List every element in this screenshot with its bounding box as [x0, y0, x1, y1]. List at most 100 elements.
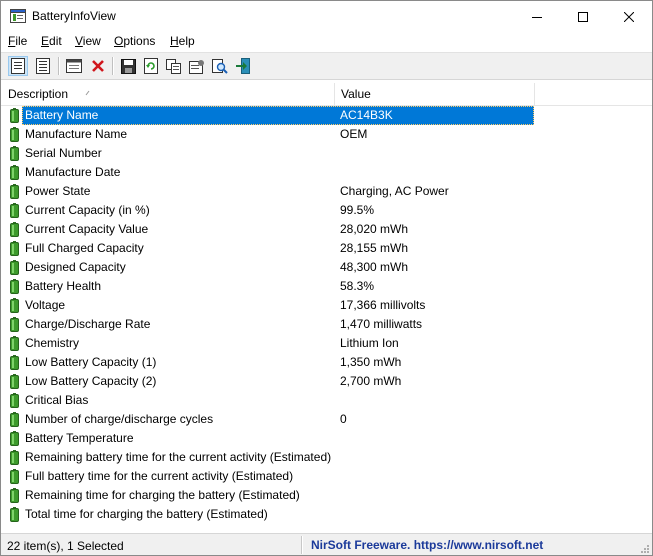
column-separator[interactable]	[534, 83, 535, 105]
table-row[interactable]: Low Battery Capacity (2) 2,700 mWh	[1, 372, 652, 391]
window-title: BatteryInfoView	[32, 9, 116, 23]
table-row[interactable]: Chemistry Lithium Ion	[1, 334, 652, 353]
table-row[interactable]: Current Capacity (in %) 99.5%	[1, 201, 652, 220]
cell-value: 28,020 mWh	[340, 222, 409, 236]
refresh-button[interactable]	[141, 56, 161, 76]
battery-icon	[10, 450, 19, 465]
cell-value: Lithium Ion	[340, 336, 399, 350]
column-header-description[interactable]: Description	[1, 83, 334, 105]
properties-view-button[interactable]	[8, 56, 28, 76]
column-header-value[interactable]: Value	[334, 83, 534, 105]
battery-icon	[10, 184, 19, 199]
table-row[interactable]: Designed Capacity 48,300 mWh	[1, 258, 652, 277]
battery-icon	[10, 203, 19, 218]
battery-icon	[10, 260, 19, 275]
find-icon	[212, 58, 228, 74]
table-row[interactable]: Voltage 17,366 millivolts	[1, 296, 652, 315]
status-item-count: 22 item(s), 1 Selected	[7, 539, 124, 553]
cell-description: Full Charged Capacity	[25, 241, 144, 255]
table-row[interactable]: Remaining battery time for the current a…	[1, 448, 652, 467]
cell-value: 0	[340, 412, 347, 426]
cell-description: Current Capacity Value	[25, 222, 149, 236]
close-icon	[624, 11, 634, 22]
cell-description: Remaining time for charging the battery …	[25, 488, 300, 502]
battery-icon	[10, 412, 19, 427]
cell-value: 58.3%	[340, 279, 375, 293]
table-row[interactable]: Total time for charging the battery (Est…	[1, 505, 652, 524]
table-row[interactable]: Battery Temperature	[1, 429, 652, 448]
exit-icon	[236, 58, 250, 74]
table-row[interactable]: Battery Name AC14B3K	[1, 106, 652, 125]
battery-info-list[interactable]: Description Value Battery Name AC14B3K Man…	[1, 83, 652, 531]
battery-icon	[10, 279, 19, 294]
menu-help[interactable]: Help	[170, 34, 195, 48]
minimize-icon	[532, 16, 542, 18]
maximize-button[interactable]	[560, 1, 606, 32]
nirsoft-link[interactable]: NirSoft Freeware. https://www.nirsoft.ne…	[311, 538, 543, 552]
battery-icon	[10, 469, 19, 484]
cell-value: AC14B3K	[340, 108, 393, 122]
menu-edit[interactable]: Edit	[41, 34, 62, 48]
save-button[interactable]	[118, 56, 138, 76]
battery-icon	[10, 222, 19, 237]
log-view-icon	[36, 58, 50, 74]
refresh-icon	[144, 58, 158, 74]
table-row[interactable]: Critical Bias	[1, 391, 652, 410]
battery-icon	[10, 431, 19, 446]
cell-description: Serial Number	[25, 146, 102, 160]
menu-view[interactable]: View	[75, 34, 101, 48]
table-row[interactable]: Full battery time for the current activi…	[1, 467, 652, 486]
resize-grip-icon[interactable]	[640, 544, 650, 554]
cell-value: OEM	[340, 127, 368, 141]
log-view-button[interactable]	[33, 56, 53, 76]
cell-value: 1,470 milliwatts	[340, 317, 423, 331]
battery-icon	[10, 393, 19, 408]
cell-value: 48,300 mWh	[340, 260, 409, 274]
cell-value: 28,155 mWh	[340, 241, 409, 255]
battery-icon	[10, 165, 19, 180]
properties-button[interactable]	[187, 56, 207, 76]
table-row[interactable]: Power State Charging, AC Power	[1, 182, 652, 201]
table-row[interactable]: Current Capacity Value 28,020 mWh	[1, 220, 652, 239]
app-window: BatteryInfoView File Edit View Options H…	[0, 0, 653, 556]
title-bar[interactable]: BatteryInfoView	[1, 1, 652, 32]
battery-icon	[10, 146, 19, 161]
properties-view-icon	[11, 58, 25, 74]
table-row[interactable]: Serial Number	[1, 144, 652, 163]
cell-description: Current Capacity (in %)	[25, 203, 150, 217]
cell-description: Battery Health	[25, 279, 102, 293]
cell-description: Low Battery Capacity (2)	[25, 374, 157, 388]
app-icon	[10, 9, 26, 23]
battery-icon	[10, 127, 19, 142]
cell-description: Chemistry	[25, 336, 80, 350]
sort-ascending-icon	[85, 90, 90, 96]
table-row[interactable]: Low Battery Capacity (1) 1,350 mWh	[1, 353, 652, 372]
find-button[interactable]	[210, 56, 230, 76]
table-row[interactable]: Charge/Discharge Rate 1,470 milliwatts	[1, 315, 652, 334]
cell-description: Low Battery Capacity (1)	[25, 355, 157, 369]
menu-file[interactable]: File	[8, 34, 27, 48]
menu-bar: File Edit View Options Help	[1, 32, 652, 52]
cell-description: Manufacture Date	[25, 165, 121, 179]
html-report-button[interactable]	[64, 56, 84, 76]
table-row[interactable]: Full Charged Capacity 28,155 mWh	[1, 239, 652, 258]
cell-value: Charging, AC Power	[340, 184, 449, 198]
cell-description: Power State	[25, 184, 91, 198]
properties-icon	[189, 59, 204, 74]
exit-button[interactable]	[233, 56, 253, 76]
table-row[interactable]: Manufacture Name OEM	[1, 125, 652, 144]
table-row[interactable]: Number of charge/discharge cycles 0	[1, 410, 652, 429]
battery-icon	[10, 298, 19, 313]
table-row[interactable]: Battery Health 58.3%	[1, 277, 652, 296]
cell-description: Charge/Discharge Rate	[25, 317, 151, 331]
maximize-icon	[578, 11, 588, 22]
menu-options[interactable]: Options	[114, 34, 155, 48]
table-row[interactable]: Manufacture Date	[1, 163, 652, 182]
close-button[interactable]	[606, 1, 652, 32]
battery-icon	[10, 108, 19, 123]
table-row[interactable]: Remaining time for charging the battery …	[1, 486, 652, 505]
delete-button[interactable]	[88, 56, 108, 76]
battery-icon	[10, 374, 19, 389]
copy-button[interactable]	[164, 56, 184, 76]
minimize-button[interactable]	[514, 1, 560, 32]
